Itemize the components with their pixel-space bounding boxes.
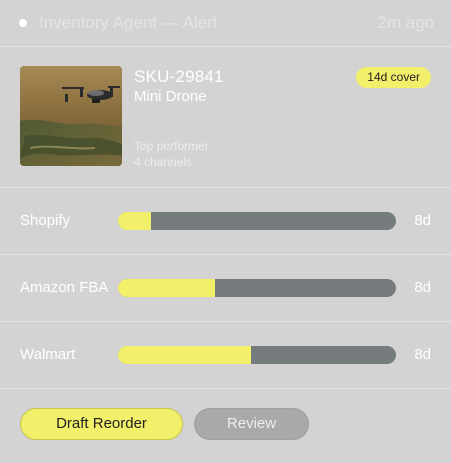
product-summary: SKU-29841 Mini Drone 14d cover Top perfo… (0, 47, 451, 188)
channel-name: Shopify (20, 212, 71, 229)
channel-row-shopify: Shopify 8d (0, 188, 451, 255)
product-sku: SKU-29841 (134, 67, 224, 86)
channel-days: 8d (414, 212, 431, 229)
status-dot-icon (19, 19, 27, 27)
channel-name: Amazon FBA (20, 279, 109, 296)
alert-card: Inventory Agent — Alert 2m ago SKU-29841… (0, 0, 451, 463)
stock-bar-fill (118, 212, 152, 230)
stock-bar (118, 279, 396, 297)
product-channel-count: 4 channels (134, 155, 193, 169)
action-bar: Draft Reorder Review (0, 389, 451, 463)
channel-row-walmart: Walmart 8d (0, 322, 451, 389)
channel-days: 8d (414, 279, 431, 296)
cover-badge: 14d cover (356, 67, 431, 88)
review-button[interactable]: Review (194, 408, 309, 440)
stock-bar (118, 346, 396, 364)
stock-bar-fill (118, 346, 252, 364)
channel-row-amazon-fba: Amazon FBA 8d (0, 255, 451, 322)
stock-bar (118, 212, 396, 230)
product-name: Mini Drone (134, 88, 207, 105)
draft-reorder-button[interactable]: Draft Reorder (20, 408, 183, 440)
alert-timestamp: 2m ago (377, 13, 434, 32)
stock-bar-fill (118, 279, 216, 297)
channel-days: 8d (414, 346, 431, 363)
alert-header: Inventory Agent — Alert 2m ago (0, 0, 451, 47)
product-tag: Top performer (134, 139, 209, 153)
alert-title: Inventory Agent — Alert (39, 13, 218, 32)
drone-image (20, 66, 122, 166)
channel-name: Walmart (20, 346, 76, 363)
